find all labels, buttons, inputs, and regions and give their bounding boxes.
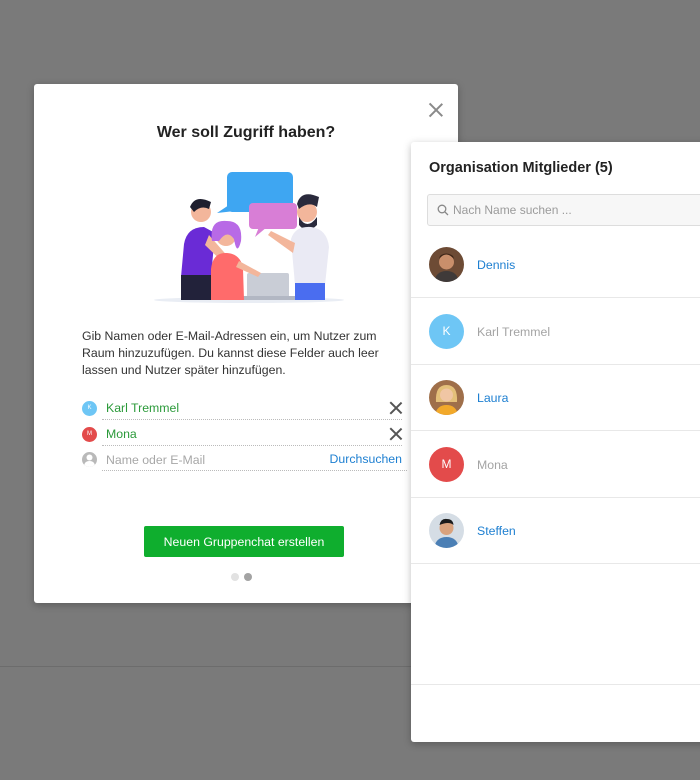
member-item[interactable]: Laura: [411, 365, 700, 431]
invitee-name[interactable]: Mona: [102, 424, 402, 446]
member-name: Mona: [477, 458, 508, 472]
dialog-title: Wer soll Zugriff haben?: [156, 124, 336, 141]
team-chat-illustration: [154, 172, 344, 303]
panel-title: Organisation Mitglieder (5): [429, 160, 613, 176]
member-name: Steffen: [477, 524, 516, 538]
avatar: [429, 513, 464, 548]
avatar: M: [429, 447, 464, 482]
member-search: [427, 194, 700, 226]
dialog-description: Gib Namen oder E-Mail-Adressen ein, um N…: [82, 329, 379, 377]
avatar: K: [82, 401, 97, 416]
invitee-row: M Mona: [82, 424, 402, 446]
avatar: [429, 247, 464, 282]
add-invitee-row: Durchsuchen: [82, 449, 407, 471]
avatar: M: [82, 427, 97, 442]
member-search-input[interactable]: [453, 195, 700, 225]
member-item[interactable]: M Mona: [411, 432, 700, 498]
browse-link[interactable]: Durchsuchen: [330, 449, 402, 469]
name-or-email-input[interactable]: [102, 449, 332, 471]
create-group-chat-button[interactable]: Neuen Gruppenchat erstellen: [144, 526, 344, 557]
member-item[interactable]: K Karl Tremmel: [411, 299, 700, 365]
user-icon: [82, 452, 97, 467]
avatar: K: [429, 314, 464, 349]
invitee-row: K Karl Tremmel: [82, 398, 402, 420]
page-dot-active[interactable]: [244, 573, 252, 581]
remove-invitee-icon[interactable]: [389, 402, 402, 415]
close-icon[interactable]: [428, 102, 444, 118]
member-item[interactable]: Dennis: [411, 232, 700, 298]
invitee-name[interactable]: Karl Tremmel: [102, 398, 402, 420]
member-name: Karl Tremmel: [477, 325, 551, 339]
member-name: Laura: [477, 391, 509, 405]
input-underline: [102, 470, 407, 471]
pagination-dots: [231, 568, 257, 586]
avatar: [429, 380, 464, 415]
member-item[interactable]: Steffen: [411, 498, 700, 564]
remove-invitee-icon[interactable]: [389, 428, 402, 441]
invite-dialog: Wer soll Zugriff haben? Gib Namen oder E…: [34, 84, 458, 603]
panel-divider: [411, 684, 700, 685]
organization-members-panel: Organisation Mitglieder (5) Dennis K Kar…: [411, 142, 700, 742]
search-icon: [437, 204, 449, 216]
page-dot[interactable]: [231, 573, 239, 581]
member-name: Dennis: [477, 258, 516, 272]
